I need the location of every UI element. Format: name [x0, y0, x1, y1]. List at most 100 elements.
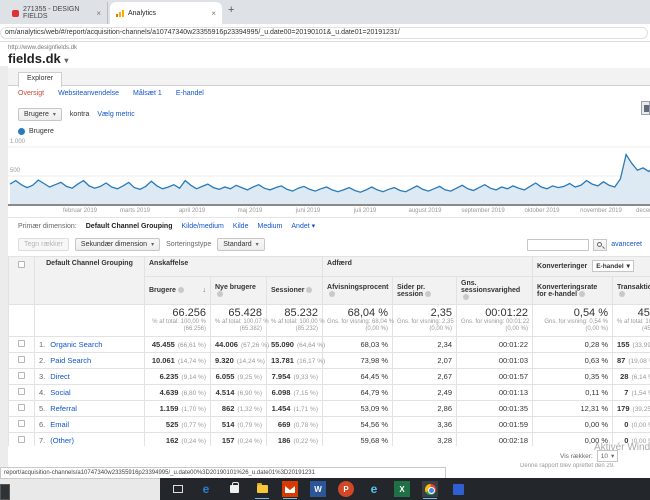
close-tab-icon[interactable]: ×	[96, 9, 101, 18]
column-header-transaktioner[interactable]: Transaktioner	[612, 276, 650, 305]
channel-link[interactable]: Direct	[50, 372, 70, 381]
totals-row: 66.256% af total: 100,00 % (66.256) 65.42…	[8, 304, 650, 337]
property-title[interactable]: fields.dk ▾	[8, 51, 68, 66]
row-checkbox[interactable]	[8, 336, 35, 353]
cell-nye-brugere: 514 (0,79 %)	[210, 416, 267, 433]
row-checkbox[interactable]	[8, 368, 35, 385]
conversion-type-dropdown[interactable]: E-handel ▾	[592, 260, 634, 272]
column-header-channel-grouping[interactable]: Default Channel Grouping	[34, 256, 145, 305]
browser-tab-designfields[interactable]: 271355 - DESIGN FIELDS ×	[6, 2, 108, 24]
cell-brugere: 10.061 (14,74 %)	[144, 352, 211, 369]
address-input[interactable]: om/analytics/web/#/report/acquisition-ch…	[0, 27, 648, 39]
chevron-down-icon: ▾	[151, 242, 155, 248]
subtab-websiteanvendelse[interactable]: Websiteanvendelse	[58, 90, 119, 97]
secondary-dimension-dropdown[interactable]: Sekundær dimension ▾	[74, 238, 161, 251]
series-dot-icon	[18, 128, 25, 135]
subtab-oversigt[interactable]: Oversigt	[18, 90, 44, 97]
x-axis-line	[8, 204, 650, 206]
dimension-medium[interactable]: Medium	[257, 223, 282, 230]
cell-transaktioner: 87(19,08 %)	[612, 352, 650, 369]
cell-konverteringsrate: 0,35 %	[532, 368, 614, 385]
chart-display-button[interactable]	[641, 101, 650, 115]
cell-transaktioner: 179(39,25 %)	[612, 400, 650, 417]
cell-sessionsvarighed: 00:01:03	[456, 352, 534, 369]
table-row: 1. Organic Search 45.455 (66,61 %) 44.006(…	[8, 336, 650, 353]
search-input[interactable]	[527, 238, 590, 251]
dimension-andet-dropdown[interactable]: Andet ▾	[291, 222, 315, 230]
store-icon[interactable]	[226, 481, 242, 497]
internet-explorer-icon[interactable]: e	[366, 481, 382, 497]
close-tab-icon[interactable]: ×	[211, 9, 216, 18]
dimension-default-channel-grouping[interactable]: Default Channel Grouping	[86, 223, 173, 230]
chrome-icon[interactable]	[422, 481, 438, 499]
column-header-sessionsvarighed[interactable]: Gns. sessionsvarighed	[456, 276, 534, 305]
dimension-kilde-medium[interactable]: Kilde/medium	[181, 223, 223, 230]
edge-icon[interactable]: e	[198, 481, 214, 497]
cell-konverteringsrate: 0,11 %	[532, 384, 614, 401]
powerpoint-icon[interactable]: P	[338, 481, 354, 497]
select-all-checkbox[interactable]	[8, 256, 35, 305]
column-header-brugere[interactable]: Brugere ↓	[144, 276, 211, 305]
outlook-icon[interactable]	[282, 481, 298, 499]
select-metric-link[interactable]: Vælg metric	[97, 111, 134, 118]
tab-title: Analytics	[128, 9, 157, 17]
row-checkbox[interactable]	[8, 400, 35, 417]
excel-icon[interactable]: X	[394, 481, 410, 497]
row-checkbox[interactable]	[8, 432, 35, 446]
cell-sessioner: 1.454 (1,71 %)	[265, 400, 324, 417]
channel-link[interactable]: Social	[50, 388, 70, 397]
task-view-icon[interactable]	[170, 481, 186, 497]
new-tab-button[interactable]: +	[228, 4, 234, 16]
row-checkbox[interactable]	[8, 416, 35, 433]
cell-afvisningsprocent: 59,68 %	[322, 432, 394, 446]
start-button-stub[interactable]	[0, 484, 10, 500]
search-icon	[597, 241, 603, 247]
column-header-nye-brugere[interactable]: Nye brugere	[210, 276, 267, 305]
analytics-favicon-icon	[116, 9, 124, 17]
subtab-maalsaet[interactable]: Målsæt 1	[133, 90, 162, 97]
channel-link[interactable]: Referral	[50, 404, 77, 413]
channel-link[interactable]: Email	[50, 420, 69, 429]
subtab-ehandel[interactable]: E-handel	[176, 90, 204, 97]
app-tile-icon[interactable]	[450, 481, 466, 497]
row-checkbox[interactable]	[8, 384, 35, 401]
channel-link[interactable]: Paid Search	[50, 356, 91, 365]
cell-konverteringsrate: 12,31 %	[532, 400, 614, 417]
word-icon[interactable]: W	[310, 481, 326, 497]
advanced-link[interactable]: avanceret	[611, 241, 642, 248]
sort-type-dropdown[interactable]: Standard ▾	[217, 238, 265, 251]
chevron-down-icon: ▾	[626, 263, 630, 270]
screen: 271355 - DESIGN FIELDS × Analytics × + o…	[0, 0, 650, 500]
row-rank: 6.	[39, 420, 46, 429]
table-controls-bar: Tegn rækker Sekundær dimension ▾ Sorterin…	[18, 237, 642, 252]
metric-dropdown[interactable]: Brugere ▾	[18, 108, 62, 121]
column-header-sider-pr-session[interactable]: Sider pr. session	[392, 276, 458, 305]
cell-brugere: 45.455 (66,61 %)	[144, 336, 211, 353]
total-nye-brugere: 65.428% af total: 100,07 % (65.382)	[210, 304, 269, 337]
cell-sessionsvarighed: 00:01:35	[456, 400, 534, 417]
browser-tab-analytics[interactable]: Analytics ×	[110, 2, 222, 24]
column-header-konverteringsrate[interactable]: Konverteringsrate for e-handel	[532, 276, 614, 305]
users-timeseries-chart[interactable]	[8, 140, 650, 206]
search-button[interactable]	[593, 238, 608, 251]
row-checkbox[interactable]	[8, 352, 35, 369]
chevron-down-icon: ▾	[610, 453, 615, 460]
cell-sessioner: 55.090 (64,64 %)	[265, 336, 325, 353]
file-explorer-icon[interactable]	[254, 481, 270, 499]
plot-rows-button[interactable]: Tegn rækker	[18, 238, 69, 251]
column-header-afvisningsprocent[interactable]: Afvisningsprocent	[322, 276, 394, 305]
cell-nye-brugere: 157 (0,24 %)	[210, 432, 267, 446]
info-icon	[329, 290, 336, 297]
cell-transaktioner: 155(33,99 %)	[612, 336, 650, 353]
dimension-kilde[interactable]: Kilde	[233, 223, 249, 230]
column-header-sessioner[interactable]: Sessioner	[265, 276, 324, 305]
tab-explorer[interactable]: Explorer	[18, 72, 63, 87]
channel-link[interactable]: Organic Search	[50, 340, 102, 349]
channel-link[interactable]: (Other)	[50, 436, 74, 445]
cell-sessionsvarighed: 00:01:57	[456, 368, 534, 385]
cell-brugere: 162 (0,24 %)	[144, 432, 211, 446]
cell-afvisningsprocent: 68,03 %	[322, 336, 394, 353]
tab-title: 271355 - DESIGN FIELDS	[23, 6, 80, 20]
report-tab-strip: Explorer	[8, 68, 650, 87]
info-icon	[619, 290, 626, 297]
